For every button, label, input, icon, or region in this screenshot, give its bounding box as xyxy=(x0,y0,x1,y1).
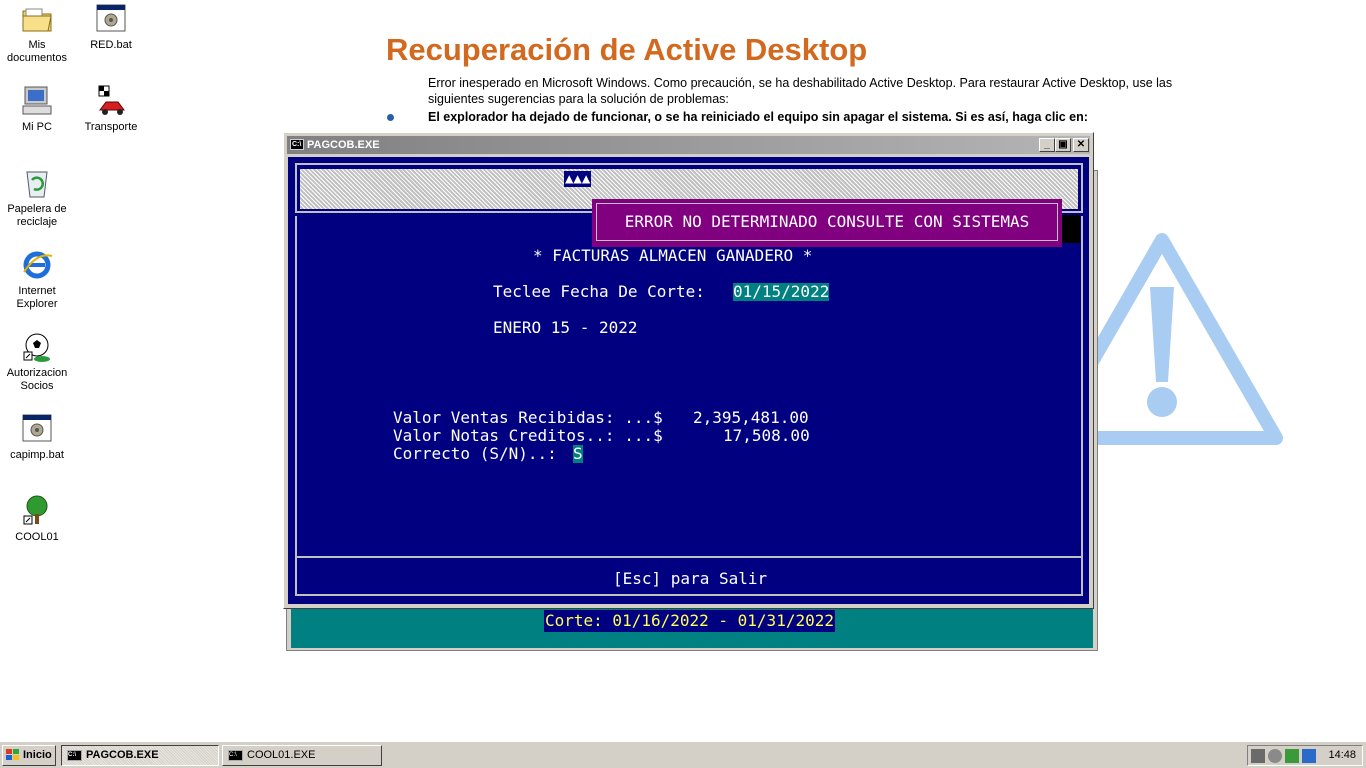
recycle-bin-icon xyxy=(20,166,54,200)
desktop-icon-mi-pc[interactable]: Mi PC xyxy=(0,84,74,134)
desktop-icon-mis-documentos[interactable]: Mis documentos xyxy=(0,2,74,65)
active-desktop-message: Error inesperado en Microsoft Windows. C… xyxy=(428,76,1173,106)
system-tray: 14:48 xyxy=(1247,745,1363,766)
error-message: ERROR NO DETERMINADO CONSULTE CON SISTEM… xyxy=(596,203,1058,241)
ventas-label: Valor Ventas Recibidas: ...$ xyxy=(393,408,663,427)
desktop-icon-papelera[interactable]: Papelera de reciclaje xyxy=(0,166,74,229)
console-icon: C:\ xyxy=(228,750,243,761)
desktop-icon-internet-explorer[interactable]: Internet Explorer xyxy=(0,248,74,311)
desktop-icon-autorizacion-socios[interactable]: Autorizacion Socios xyxy=(0,330,74,393)
bullet-icon xyxy=(387,114,394,121)
error-dialog: ERROR NO DETERMINADO CONSULTE CON SISTEM… xyxy=(592,199,1062,247)
batch-file-icon xyxy=(94,2,128,36)
active-desktop-title: Recuperación de Active Desktop xyxy=(386,32,868,67)
windows-logo-icon xyxy=(6,749,20,761)
minimize-button[interactable]: _ xyxy=(1039,138,1055,152)
batch-file-icon xyxy=(20,412,54,446)
shield-icon[interactable] xyxy=(1285,749,1299,763)
maximize-button[interactable]: ▣ xyxy=(1055,138,1071,152)
clock[interactable]: 14:48 xyxy=(1328,746,1356,765)
fecha-texto: ENERO 15 - 2022 xyxy=(493,318,638,337)
pagcob-window[interactable]: C:\ PAGCOB.EXE _ ▣ ✕ ▲▲▲ ERROR NO DETERM… xyxy=(283,132,1094,609)
console-heading: * FACTURAS ALMACEN GANADERO * xyxy=(533,246,813,265)
task-cool01[interactable]: C:\ COOL01.EXE xyxy=(222,745,382,766)
folder-icon xyxy=(20,2,54,36)
fecha-input[interactable]: 01/15/2022 xyxy=(733,283,830,301)
start-label: Inicio xyxy=(23,749,52,761)
corte-range-text: Corte: 01/16/2022 - 01/31/2022 xyxy=(544,610,835,632)
clock-settings-icon[interactable] xyxy=(1268,749,1282,763)
close-button[interactable]: ✕ xyxy=(1073,138,1089,152)
main-frame xyxy=(295,216,1083,556)
correcto-input[interactable]: S xyxy=(573,445,583,463)
ie-icon xyxy=(20,248,54,282)
soccer-ball-icon xyxy=(20,330,54,364)
notas-label: Valor Notas Creditos..: ...$ xyxy=(393,426,663,445)
start-button[interactable]: Inicio xyxy=(2,745,56,766)
computer-icon xyxy=(20,84,54,118)
tree-icon xyxy=(20,494,54,528)
notas-value: 17,508.00 xyxy=(723,426,810,445)
desktop-icon-cool01[interactable]: COOL01 xyxy=(0,494,74,544)
console-icon: C:\ xyxy=(67,750,82,761)
console-screen[interactable]: ▲▲▲ ERROR NO DETERMINADO CONSULTE CON SI… xyxy=(288,157,1089,604)
fecha-label: Teclee Fecha De Corte: xyxy=(493,282,705,301)
desktop-icon-capimp-bat[interactable]: capimp.bat xyxy=(0,412,74,462)
window-titlebar[interactable]: C:\ PAGCOB.EXE _ ▣ ✕ xyxy=(287,136,1090,154)
active-desktop-bullet-text: El explorador ha dejado de funcionar, o … xyxy=(428,110,1088,124)
race-car-icon xyxy=(94,84,128,118)
ventas-value: 2,395,481.00 xyxy=(693,408,809,427)
console-icon: C:\ xyxy=(290,139,304,150)
footer-hint: [Esc] para Salir xyxy=(613,569,768,588)
volume-icon[interactable] xyxy=(1302,749,1316,763)
correcto-label: Correcto (S/N)..: xyxy=(393,444,557,463)
arrows-indicator: ▲▲▲ xyxy=(564,171,592,187)
network-icon[interactable] xyxy=(1251,749,1265,763)
task-pagcob[interactable]: C:\ PAGCOB.EXE xyxy=(61,745,219,766)
taskbar: Inicio C:\ PAGCOB.EXE C:\ COOL01.EXE 14:… xyxy=(0,741,1366,768)
desktop-icon-red-bat[interactable]: RED.bat xyxy=(74,2,148,52)
desktop-icon-transporte[interactable]: Transporte xyxy=(74,84,148,134)
window-title: PAGCOB.EXE xyxy=(307,139,380,151)
